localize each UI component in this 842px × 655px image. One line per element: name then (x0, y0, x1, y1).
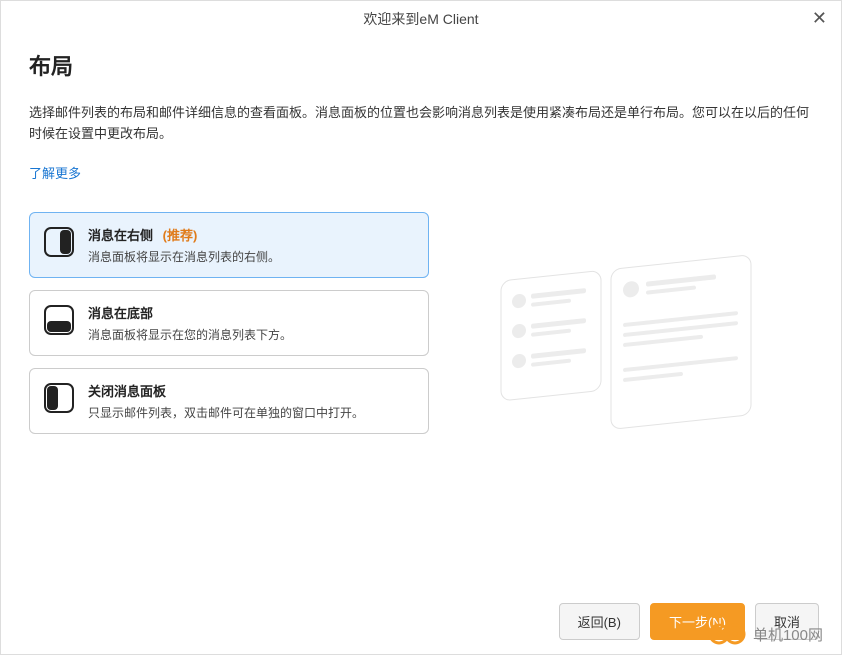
learn-more-link[interactable]: 了解更多 (29, 163, 81, 182)
option-text: 消息在右侧 (推荐) 消息面板将显示在消息列表的右侧。 (88, 225, 280, 265)
layout-illustration (449, 212, 813, 462)
option-messages-bottom[interactable]: 消息在底部 消息面板将显示在您的消息列表下方。 (29, 290, 429, 356)
layout-right-icon (44, 227, 74, 257)
titlebar: 欢迎来到eM Client ✕ (1, 1, 841, 37)
close-icon[interactable]: ✕ (812, 9, 827, 27)
page-description: 选择邮件列表的布局和邮件详细信息的查看面板。消息面板的位置也会影响消息列表是使用… (29, 103, 813, 145)
option-description: 消息面板将显示在您的消息列表下方。 (88, 326, 292, 343)
recommended-badge: (推荐) (163, 228, 198, 243)
option-text: 消息在底部 消息面板将显示在您的消息列表下方。 (88, 303, 292, 343)
main-content: 布局 选择邮件列表的布局和邮件详细信息的查看面板。消息面板的位置也会影响消息列表… (1, 37, 841, 462)
option-messages-right[interactable]: 消息在右侧 (推荐) 消息面板将显示在消息列表的右侧。 (29, 212, 429, 278)
option-title: 消息在底部 (88, 306, 153, 321)
layout-off-icon (44, 383, 74, 413)
option-description: 消息面板将显示在消息列表的右侧。 (88, 248, 280, 265)
footer-buttons: 返回(B) 下一步(N) 取消 (559, 603, 819, 640)
option-messages-off[interactable]: 关闭消息面板 只显示邮件列表，双击邮件可在单独的窗口中打开。 (29, 368, 429, 434)
option-text: 关闭消息面板 只显示邮件列表，双击邮件可在单独的窗口中打开。 (88, 381, 364, 421)
option-title-line: 消息在底部 (88, 303, 292, 322)
window-title: 欢迎来到eM Client (363, 9, 478, 29)
cancel-button[interactable]: 取消 (755, 603, 819, 640)
option-title: 关闭消息面板 (88, 384, 166, 399)
next-button[interactable]: 下一步(N) (650, 603, 745, 640)
layout-options: 消息在右侧 (推荐) 消息面板将显示在消息列表的右侧。 消息在底部 消息面板将显… (29, 212, 429, 462)
option-title: 消息在右侧 (88, 228, 153, 243)
back-button[interactable]: 返回(B) (559, 603, 640, 640)
option-description: 只显示邮件列表，双击邮件可在单独的窗口中打开。 (88, 404, 364, 421)
page-title: 布局 (29, 49, 813, 81)
main-area: 消息在右侧 (推荐) 消息面板将显示在消息列表的右侧。 消息在底部 消息面板将显… (29, 212, 813, 462)
option-title-line: 关闭消息面板 (88, 381, 364, 400)
layout-bottom-icon (44, 305, 74, 335)
option-title-line: 消息在右侧 (推荐) (88, 225, 280, 244)
